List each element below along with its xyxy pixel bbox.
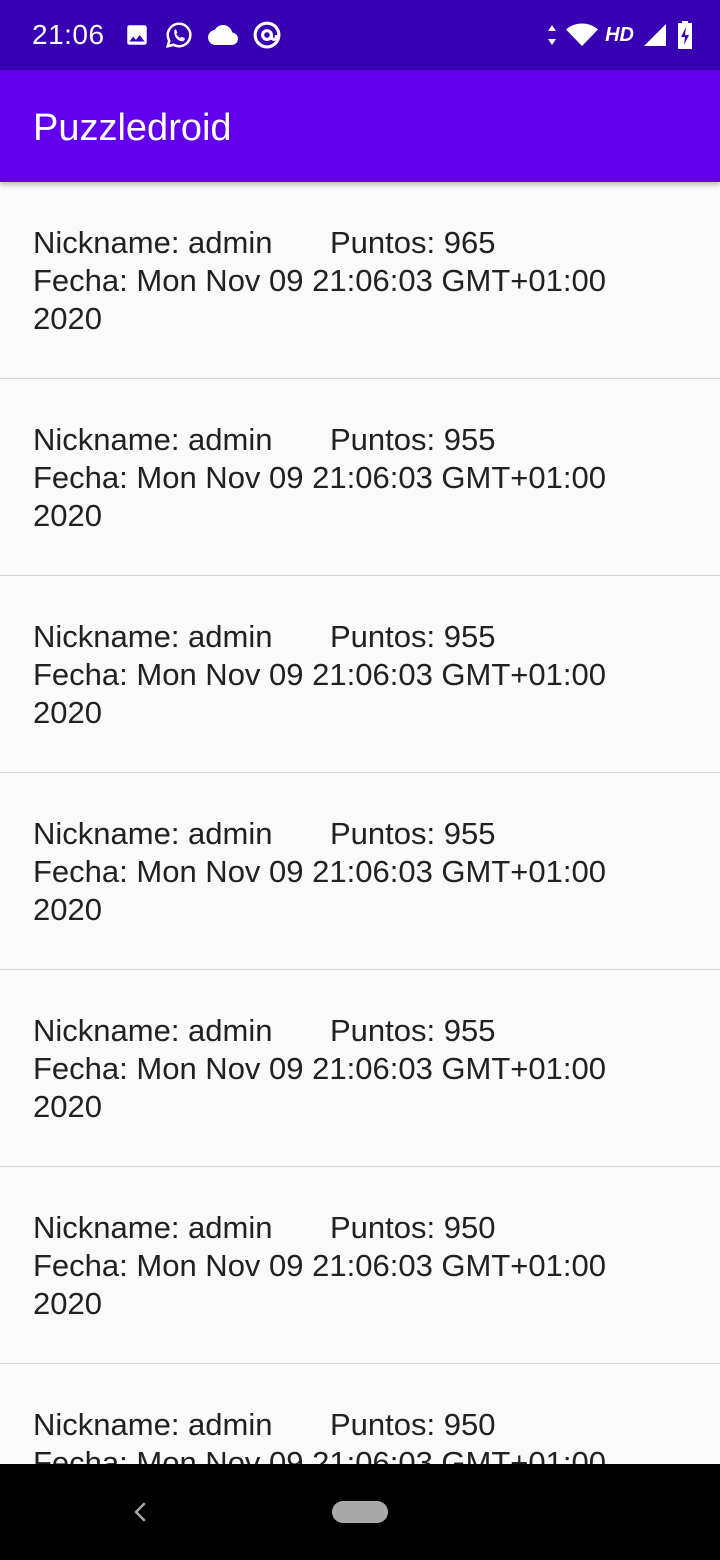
at-sign-icon bbox=[252, 20, 282, 50]
list-item-text: Nickname: admin Puntos: 955 Fecha: Mon No… bbox=[33, 1012, 673, 1126]
list-item[interactable]: Nickname: admin Puntos: 955 Fecha: Mon No… bbox=[0, 576, 720, 773]
points-text: Puntos: 950 bbox=[330, 1407, 496, 1442]
date-text: Fecha: Mon Nov 09 21:06:03 GMT+01:00 202… bbox=[33, 657, 606, 730]
data-arrows-icon bbox=[547, 24, 557, 46]
svg-text:4: 4 bbox=[586, 36, 594, 48]
list-item-text: Nickname: admin Puntos: 965 Fecha: Mon No… bbox=[33, 224, 673, 338]
list-item[interactable]: Nickname: admin Puntos: 950 Fecha: Mon No… bbox=[0, 1167, 720, 1364]
list-item-header: Nickname: admin Puntos: 965 bbox=[33, 224, 673, 262]
app-bar: Puzzledroid bbox=[0, 70, 720, 182]
list-item-header: Nickname: admin Puntos: 955 bbox=[33, 421, 673, 459]
list-item-text: Nickname: admin Puntos: 955 Fecha: Mon No… bbox=[33, 618, 673, 732]
list-item-header: Nickname: admin Puntos: 950 bbox=[33, 1406, 673, 1444]
notification-icons bbox=[124, 17, 296, 53]
nickname-text: Nickname: admin bbox=[33, 816, 273, 851]
nickname-text: Nickname: admin bbox=[33, 1407, 273, 1442]
back-icon[interactable] bbox=[126, 1498, 154, 1526]
list-item-header: Nickname: admin Puntos: 955 bbox=[33, 815, 673, 853]
battery-charging-icon bbox=[676, 20, 694, 50]
date-text: Fecha: Mon Nov 09 21:06:03 GMT+01:00 202… bbox=[33, 460, 606, 533]
list-item[interactable]: Nickname: admin Puntos: 955 Fecha: Mon No… bbox=[0, 970, 720, 1167]
wifi-icon: 4 bbox=[565, 22, 599, 48]
image-icon bbox=[124, 22, 150, 48]
date-text: Fecha: Mon Nov 09 21:06:03 GMT+01:00 202… bbox=[33, 1248, 606, 1321]
list-item[interactable]: Nickname: admin Puntos: 955 Fecha: Mon No… bbox=[0, 773, 720, 970]
list-item-header: Nickname: admin Puntos: 950 bbox=[33, 1209, 673, 1247]
date-text: Fecha: Mon Nov 09 21:06:03 GMT+01:00 202… bbox=[33, 263, 606, 336]
app-title: Puzzledroid bbox=[33, 107, 232, 149]
status-bar: 21:06 4 HD bbox=[0, 0, 720, 70]
scores-list[interactable]: Nickname: admin Puntos: 965 Fecha: Mon No… bbox=[0, 182, 720, 1464]
nickname-text: Nickname: admin bbox=[33, 225, 273, 260]
signal-icon bbox=[642, 22, 668, 48]
status-time: 21:06 bbox=[32, 19, 105, 50]
points-text: Puntos: 965 bbox=[330, 225, 496, 260]
points-text: Puntos: 955 bbox=[330, 1013, 496, 1048]
list-item-text: Nickname: admin Puntos: 950 Fecha: Mon No… bbox=[33, 1406, 673, 1464]
list-item-text: Nickname: admin Puntos: 950 Fecha: Mon No… bbox=[33, 1209, 673, 1323]
whatsapp-icon bbox=[164, 20, 194, 50]
points-text: Puntos: 955 bbox=[330, 422, 496, 457]
navigation-bar bbox=[0, 1464, 720, 1560]
date-text: Fecha: Mon Nov 09 21:06:03 GMT+01:00 202… bbox=[33, 1445, 606, 1464]
points-text: Puntos: 955 bbox=[330, 816, 496, 851]
list-item[interactable]: Nickname: admin Puntos: 965 Fecha: Mon No… bbox=[0, 182, 720, 379]
list-item-text: Nickname: admin Puntos: 955 Fecha: Mon No… bbox=[33, 815, 673, 929]
list-item-header: Nickname: admin Puntos: 955 bbox=[33, 618, 673, 656]
list-item[interactable]: Nickname: admin Puntos: 950 Fecha: Mon No… bbox=[0, 1364, 720, 1464]
list-item[interactable]: Nickname: admin Puntos: 955 Fecha: Mon No… bbox=[0, 379, 720, 576]
list-item-header: Nickname: admin Puntos: 955 bbox=[33, 1012, 673, 1050]
cloud-icon bbox=[208, 22, 238, 48]
network-type-label: HD bbox=[605, 23, 634, 46]
nickname-text: Nickname: admin bbox=[33, 1210, 273, 1245]
nickname-text: Nickname: admin bbox=[33, 422, 273, 457]
nickname-text: Nickname: admin bbox=[33, 619, 273, 654]
home-pill-icon[interactable] bbox=[332, 1501, 388, 1523]
points-text: Puntos: 950 bbox=[330, 1210, 496, 1245]
date-text: Fecha: Mon Nov 09 21:06:03 GMT+01:00 202… bbox=[33, 1051, 606, 1124]
date-text: Fecha: Mon Nov 09 21:06:03 GMT+01:00 202… bbox=[33, 854, 606, 927]
list-item-text: Nickname: admin Puntos: 955 Fecha: Mon No… bbox=[33, 421, 673, 535]
nickname-text: Nickname: admin bbox=[33, 1013, 273, 1048]
points-text: Puntos: 955 bbox=[330, 619, 496, 654]
system-icons: 4 HD bbox=[539, 17, 694, 53]
